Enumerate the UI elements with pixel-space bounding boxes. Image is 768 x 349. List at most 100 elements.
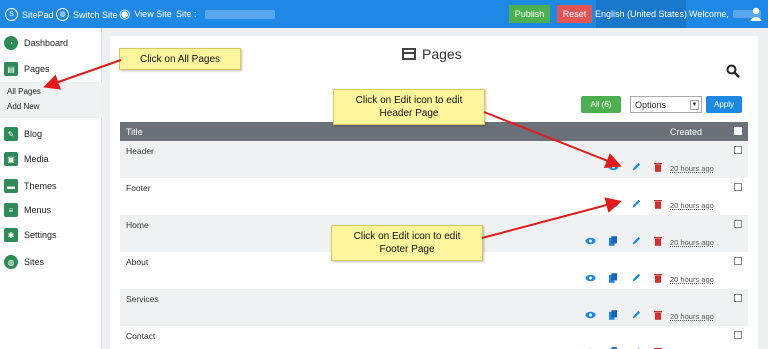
menus-icon: ≡	[4, 203, 18, 217]
copy-icon[interactable]	[607, 235, 619, 247]
bulk-options-select[interactable]: Options ▼	[630, 96, 702, 113]
view-icon[interactable]	[607, 161, 619, 173]
sidebar-item-menus[interactable]: ≡ Menus	[4, 203, 51, 217]
eye-icon: ◉	[119, 6, 131, 21]
site-url-redacted	[204, 9, 275, 19]
row-checkbox[interactable]	[734, 331, 742, 339]
select-all-checkbox[interactable]	[734, 127, 742, 135]
page-title-text: Pages	[422, 46, 462, 62]
sidebar-item-themes[interactable]: ▬ Themes	[4, 179, 57, 193]
options-label: Options	[635, 99, 667, 110]
chevron-down-icon: ▼	[690, 100, 699, 110]
page-title-link[interactable]: Header	[126, 146, 154, 156]
top-bar: S SitePad ◍ Switch Site ◉ View Site Site…	[0, 0, 768, 28]
page-title-link[interactable]: About	[126, 257, 148, 267]
pages-title-icon	[402, 48, 416, 60]
created-date: 20 hours ago	[670, 201, 714, 210]
sidebar-item-dashboard[interactable]: ◔ Dashboard	[4, 36, 68, 50]
pages-icon: ▤	[4, 62, 18, 76]
globe-icon: ◍	[56, 8, 69, 21]
edit-icon[interactable]	[630, 198, 642, 210]
created-date: 20 hours ago	[670, 275, 714, 284]
callout-edit-header: Click on Edit icon to edit Header Page	[333, 89, 485, 125]
view-site-label: View Site	[134, 8, 172, 19]
submenu-add-new[interactable]: Add New	[7, 102, 39, 111]
media-icon: ▣	[4, 152, 18, 166]
callout-edit-header-line2: Header Page	[379, 108, 439, 119]
sidebar-item-blog[interactable]: ✎ Blog	[4, 127, 42, 141]
column-title: Title	[126, 127, 143, 137]
callout-all-pages-text: Click on All Pages	[139, 53, 221, 65]
sidebar-item-label: Themes	[24, 181, 57, 191]
table-row: Header 20 hours ago	[120, 141, 748, 178]
all-pages-filter-button[interactable]: All (6)	[581, 96, 621, 113]
sidebar-item-label: Media	[24, 154, 49, 164]
reset-button[interactable]: Reset	[557, 5, 592, 23]
delete-icon[interactable]	[652, 272, 664, 284]
row-checkbox[interactable]	[734, 146, 742, 154]
sidebar-item-media[interactable]: ▣ Media	[4, 152, 49, 166]
table-row: Contact20 hours ago	[120, 326, 748, 349]
gear-icon: ✱	[4, 228, 18, 242]
blog-icon: ✎	[4, 127, 18, 141]
sidebar: ◔ Dashboard ▤ Pages All Pages Add New ✎ …	[0, 28, 102, 349]
user-icon[interactable]	[750, 7, 762, 21]
sidebar-item-pages[interactable]: ▤ Pages	[4, 62, 50, 76]
sidebar-item-label: Blog	[24, 129, 43, 139]
created-date: 20 hours ago	[670, 312, 714, 321]
apply-button[interactable]: Apply	[706, 96, 742, 113]
callout-edit-footer-line1: Click on Edit icon to edit	[353, 231, 461, 242]
sidebar-item-label: Dashboard	[24, 38, 69, 48]
sidebar-item-settings[interactable]: ✱ Settings	[4, 228, 57, 242]
site-indicator: Site :	[176, 9, 275, 19]
column-created: Created	[670, 127, 703, 137]
delete-icon[interactable]	[652, 198, 664, 210]
callout-edit-footer: Click on Edit icon to edit Footer Page	[331, 225, 483, 261]
callout-edit-footer-line2: Footer Page	[379, 244, 435, 255]
sidebar-item-label: Sites	[24, 257, 45, 267]
callout-edit-header-line1: Click on Edit icon to edit	[355, 95, 463, 106]
search-icon[interactable]	[726, 64, 740, 78]
brand[interactable]: S SitePad	[5, 8, 54, 21]
main-panel: Pages All (6) Options ▼ Apply Title Crea…	[110, 36, 758, 349]
delete-icon[interactable]	[652, 235, 664, 247]
row-checkbox[interactable]	[734, 294, 742, 302]
row-checkbox[interactable]	[734, 220, 742, 228]
themes-icon: ▬	[4, 179, 18, 193]
view-icon[interactable]	[584, 309, 596, 321]
globe-icon: ◍	[4, 255, 18, 269]
row-checkbox[interactable]	[734, 183, 742, 191]
sidebar-item-label: Menus	[24, 205, 52, 215]
language-selector[interactable]: English (United States)	[594, 0, 688, 28]
sitepad-logo-icon: S	[5, 8, 18, 21]
language-label: English (United States)	[594, 9, 688, 19]
switch-site-label: Switch Site	[73, 9, 118, 20]
sidebar-item-sites[interactable]: ◍ Sites	[4, 255, 44, 269]
callout-all-pages: Click on All Pages	[119, 48, 241, 70]
delete-icon[interactable]	[652, 309, 664, 321]
copy-icon[interactable]	[607, 309, 619, 321]
submenu-all-pages[interactable]: All Pages	[7, 87, 41, 96]
switch-site-link[interactable]: ◍ Switch Site	[56, 8, 118, 21]
edit-icon[interactable]	[630, 272, 642, 284]
edit-icon[interactable]	[630, 235, 642, 247]
view-site-link[interactable]: ◉ View Site	[119, 7, 172, 20]
row-checkbox[interactable]	[734, 257, 742, 265]
table-row: Footer 20 hours ago	[120, 178, 748, 215]
edit-icon[interactable]	[630, 161, 642, 173]
page-title-link[interactable]: Contact	[126, 331, 155, 341]
delete-icon[interactable]	[652, 161, 664, 173]
view-icon[interactable]	[584, 235, 596, 247]
view-icon[interactable]	[607, 198, 619, 210]
edit-icon[interactable]	[630, 309, 642, 321]
page-title-link[interactable]: Home	[126, 220, 149, 230]
publish-button[interactable]: Publish	[509, 5, 550, 23]
brand-label: SitePad	[22, 9, 54, 20]
page-title-link[interactable]: Services	[126, 294, 159, 304]
welcome-label: Welcome,	[689, 9, 729, 19]
view-icon[interactable]	[584, 272, 596, 284]
pages-submenu: All Pages Add New	[0, 82, 102, 118]
created-date: 20 hours ago	[670, 164, 714, 173]
page-title-link[interactable]: Footer	[126, 183, 151, 193]
copy-icon[interactable]	[607, 272, 619, 284]
